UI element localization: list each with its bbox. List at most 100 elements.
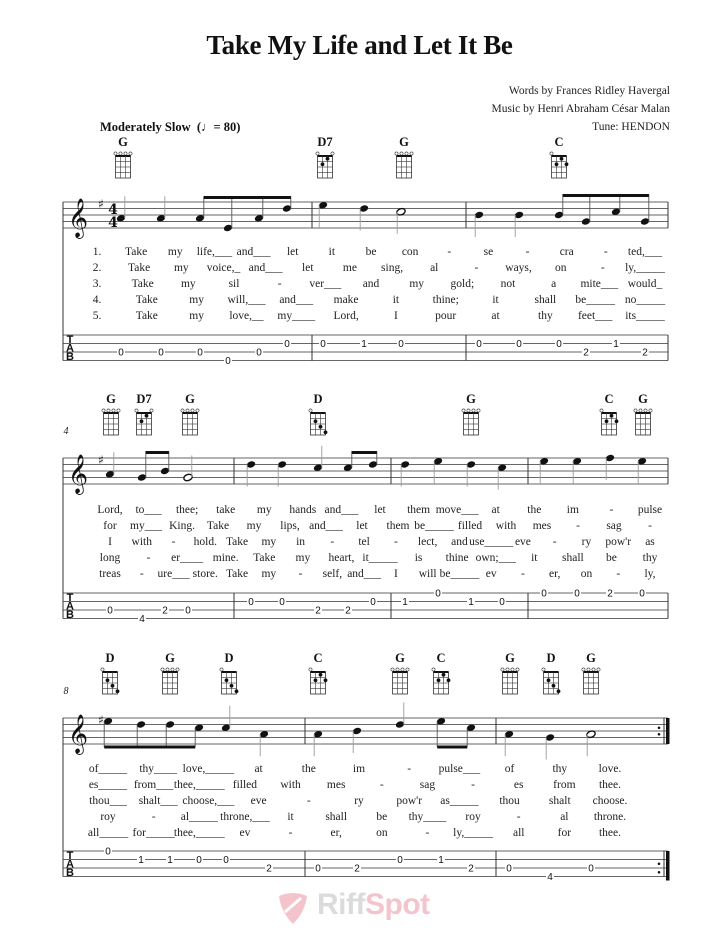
- lyric-syllable: pow'r: [396, 795, 422, 807]
- lyric-syllable: it: [393, 294, 400, 306]
- lyric-syllable: lips,: [280, 520, 300, 532]
- chord-name: G: [505, 651, 515, 665]
- lyric-syllable: my: [181, 278, 196, 290]
- finger-dot-icon: [313, 678, 318, 683]
- fret-number: 0: [397, 855, 403, 866]
- key-signature-sharp-icon: ♯: [98, 713, 104, 727]
- repeat-dot-icon: [657, 726, 661, 730]
- fret-number: 0: [499, 597, 505, 608]
- lyric-syllable: make: [334, 294, 359, 306]
- lyric-syllable: 5.: [93, 310, 102, 322]
- lyric-syllable: my____: [277, 310, 315, 322]
- lyric-syllable: use_____: [469, 536, 513, 548]
- key-signature-sharp-icon: ♯: [98, 197, 104, 211]
- fret-number: 2: [354, 864, 360, 875]
- lyric-syllable: all: [513, 827, 525, 839]
- lyric-syllable: thy____: [139, 763, 177, 775]
- lyric-syllable: its_____: [625, 310, 665, 322]
- open-string-icon: [185, 408, 190, 413]
- lyric-syllable: own;___: [476, 552, 517, 564]
- lyric-syllable: al: [430, 262, 438, 274]
- lyric-hyphen: -: [426, 827, 430, 839]
- lyric-syllable: the: [527, 504, 541, 516]
- lyric-syllable: love,_____: [183, 763, 235, 775]
- fret-number: 1: [468, 597, 474, 608]
- chord-name: G: [185, 392, 195, 406]
- lyric-syllable: ver___: [309, 278, 341, 290]
- open-string-icon: [510, 667, 515, 672]
- lyric-syllable: let: [356, 520, 368, 532]
- lyric-syllable: ly,: [644, 568, 655, 580]
- lyric-syllable: filled: [458, 520, 483, 532]
- lyric-syllable: choose.: [593, 795, 628, 807]
- lyric-hyphen: -: [517, 811, 521, 823]
- fret-number: 0: [320, 339, 326, 350]
- fret-number: 0: [223, 855, 229, 866]
- open-string-icon: [128, 151, 133, 156]
- repeat-dot-icon: [657, 862, 661, 866]
- time-signature-bottom: 4: [108, 215, 118, 231]
- lyric-syllable: im: [353, 763, 365, 775]
- fret-number: 0: [107, 606, 113, 617]
- open-string-icon: [643, 408, 648, 413]
- lyric-syllable: es_____: [89, 779, 128, 791]
- open-string-icon: [599, 408, 604, 413]
- lyric-syllable: sing,: [381, 262, 403, 274]
- lyric-syllable: Take: [253, 552, 275, 564]
- finger-dot-icon: [323, 430, 328, 435]
- chord-name: C: [436, 651, 445, 665]
- open-string-icon: [123, 151, 128, 156]
- lyric-syllable: my: [257, 504, 272, 516]
- fret-number: 0: [225, 356, 231, 367]
- fret-number: 0: [506, 864, 512, 875]
- fret-number: 1: [138, 855, 144, 866]
- open-string-icon: [461, 408, 466, 413]
- open-string-icon: [633, 408, 638, 413]
- lyric-syllable: roy: [100, 811, 116, 823]
- lyric-syllable: pulse: [638, 504, 662, 516]
- lyric-syllable: thee,_____: [174, 779, 225, 791]
- lyric-syllable: pow'r: [605, 536, 631, 548]
- lyric-syllable: and: [451, 536, 468, 548]
- open-string-icon: [170, 667, 175, 672]
- lyric-syllable: be_____: [440, 568, 480, 580]
- fret-number: 1: [361, 339, 367, 350]
- lyric-syllable: long: [100, 552, 121, 564]
- lyric-syllable: thy: [538, 310, 553, 322]
- fret-number: 0: [574, 589, 580, 600]
- open-string-icon: [505, 667, 510, 672]
- lyric-syllable: it_____: [362, 552, 397, 564]
- fret-number: 2: [266, 864, 272, 875]
- measure-number: 8: [64, 686, 69, 697]
- finger-dot-icon: [234, 689, 239, 694]
- lyric-syllable: gold;: [451, 278, 475, 290]
- fret-number: 2: [642, 348, 648, 359]
- lyric-syllable: throne.: [594, 811, 626, 823]
- lyric-syllable: with: [132, 536, 153, 548]
- treble-clef-icon: 𝄞: [68, 454, 88, 495]
- fret-number: 0: [541, 589, 547, 600]
- lyric-syllable: of: [505, 763, 515, 775]
- lyric-hyphen: -: [299, 568, 303, 580]
- lyric-hyphen: -: [394, 536, 398, 548]
- lyric-syllable: for: [103, 520, 117, 532]
- finger-dot-icon: [224, 678, 229, 683]
- lyric-syllable: ev: [486, 568, 497, 580]
- lyric-syllable: from: [553, 779, 575, 791]
- fret-number: 0: [158, 348, 164, 359]
- lyric-syllable: my: [296, 552, 311, 564]
- chord-name: D7: [317, 135, 332, 149]
- chord-name: C: [313, 651, 322, 665]
- lyric-syllable: I: [108, 536, 112, 548]
- lyric-syllable: thy: [552, 763, 567, 775]
- open-string-icon: [195, 408, 200, 413]
- chord-name: G: [106, 392, 116, 406]
- lyric-syllable: thee;: [176, 504, 198, 516]
- finger-dot-icon: [556, 689, 561, 694]
- lyric-syllable: con: [402, 246, 419, 258]
- chord-name: C: [604, 392, 613, 406]
- lyric-syllable: thy: [643, 552, 658, 564]
- lyric-hyphen: -: [616, 568, 620, 580]
- lyric-syllable: it: [329, 246, 336, 258]
- open-string-icon: [394, 151, 399, 156]
